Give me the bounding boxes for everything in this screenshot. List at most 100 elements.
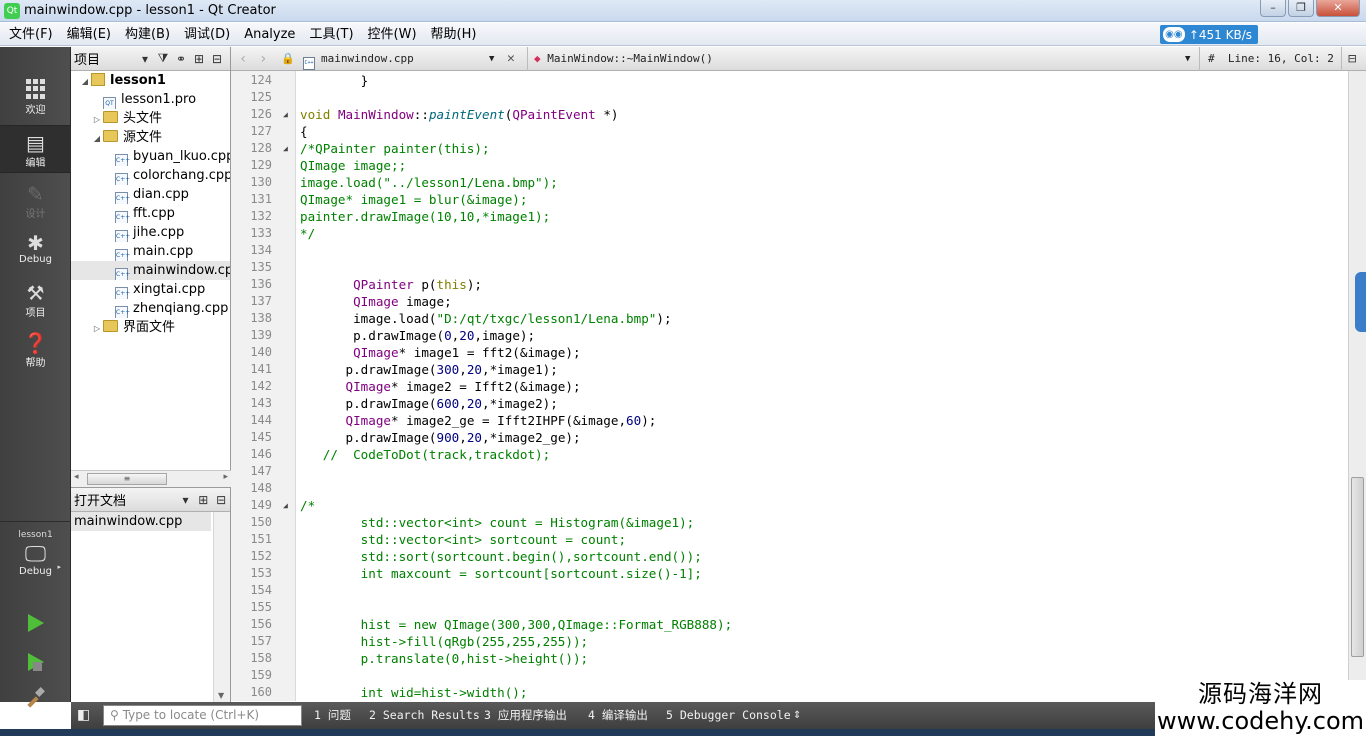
run-icon[interactable] [24, 612, 46, 634]
menu-file[interactable]: 文件(F) [2, 23, 60, 46]
code-editor[interactable]: } void MainWindow::paintEvent(QPaintEvent… [296, 71, 1348, 701]
tree-item[interactable]: C++ main.cpp [71, 242, 230, 261]
code-token: QImage [345, 413, 392, 428]
code-token: ,*image2_ge); [482, 430, 581, 445]
kit-selector[interactable]: lesson1 🖵 Debug ▸ [0, 529, 71, 577]
build-hammer-icon[interactable] [24, 687, 46, 709]
close-panel-icon[interactable]: ⊟ [208, 52, 226, 66]
pane-search-results[interactable]: 2 Search Results [369, 702, 480, 729]
hscroll-thumb[interactable]: ≡ [87, 473, 167, 485]
split-editor-icon[interactable]: ⊟ [1341, 47, 1356, 71]
side-float-widget[interactable] [1355, 272, 1366, 332]
pane-application-output[interactable]: 3 应用程序输出 [484, 702, 567, 729]
symbol-dropdown-arrow-icon[interactable]: ▼ [1185, 47, 1190, 71]
open-document-item[interactable]: mainwindow.cpp [71, 512, 211, 531]
close-file-icon[interactable]: ✕ [507, 47, 515, 71]
line-number: 133 [250, 226, 272, 240]
split-icon[interactable]: ⊞ [190, 52, 208, 66]
cpp-file-icon: C++ [115, 154, 130, 166]
network-speed-badge[interactable]: ◉◉ ↑451 KB/s [1159, 25, 1258, 44]
menu-debug[interactable]: 调试(D) [177, 23, 237, 46]
cpp-file-icon: C++ [115, 306, 130, 318]
close-button[interactable]: ✕ [1316, 0, 1360, 17]
link-icon[interactable]: ⚭ [172, 52, 190, 66]
cpp-file-icon: C++ [115, 173, 130, 185]
tree-item[interactable]: C++ jihe.cpp [71, 223, 230, 242]
menu-tools[interactable]: 工具(T) [302, 23, 360, 46]
expanded-arrow-icon[interactable]: ◢ [91, 129, 103, 147]
mode-design[interactable]: ✎ 设计 [0, 183, 71, 220]
scroll-right-icon[interactable]: ▸ [223, 472, 228, 482]
editor-scroll-thumb[interactable] [1351, 477, 1364, 657]
dropdown-arrow-icon[interactable]: ▾ [136, 52, 154, 66]
close-panel-icon[interactable]: ⊟ [212, 493, 230, 507]
mode-divider [0, 521, 71, 522]
debug-run-icon[interactable] [24, 651, 46, 673]
fold-marker-icon[interactable]: ◢ [283, 497, 288, 514]
tree-item[interactable]: ◢ lesson1 [71, 71, 230, 90]
mode-design-label: 设计 [25, 209, 46, 220]
menu-help[interactable]: 帮助(H) [424, 23, 484, 46]
collapsed-arrow-icon[interactable]: ▷ [91, 110, 103, 128]
mode-help[interactable]: ❓ 帮助 [0, 332, 71, 369]
menu-build[interactable]: 构建(B) [118, 23, 177, 46]
more-panes-arrow-icon[interactable]: ⇕ [793, 702, 801, 729]
symbol-select[interactable]: ◆ MainWindow::~MainWindow() [527, 47, 713, 71]
menu-analyze[interactable]: Analyze [237, 23, 302, 46]
tree-item[interactable]: QT lesson1.pro [71, 90, 230, 109]
tree-item-label: dian.cpp [133, 187, 189, 202]
editor-vscrollbar[interactable] [1348, 71, 1366, 701]
pane-debugger-console[interactable]: 5 Debugger Console [666, 702, 791, 729]
collapsed-arrow-icon[interactable]: ▷ [91, 319, 103, 337]
tree-item[interactable]: C++ colorchang.cpp [71, 166, 230, 185]
back-arrow-icon[interactable]: ‹ [239, 47, 247, 71]
tree-item[interactable]: C++ byuan_lkuo.cpp [71, 147, 230, 166]
mode-welcome[interactable]: 欢迎 [0, 79, 71, 116]
file-select[interactable]: C++ mainwindow.cpp [303, 47, 414, 71]
open-documents-vscrollbar[interactable]: ▼ [213, 512, 230, 702]
tree-item[interactable]: C++mainwindow.cpp [71, 261, 230, 280]
pane-issues[interactable]: 1 问题 [314, 702, 351, 729]
mode-edit[interactable]: ▤ 编辑 [0, 125, 71, 173]
minimize-button[interactable]: – [1260, 0, 1286, 17]
tree-item[interactable]: C++ zhenqiang.cpp [71, 299, 230, 318]
locator-input[interactable]: ⚲ Type to locate (Ctrl+K) [103, 705, 302, 726]
split-icon[interactable]: ⊞ [194, 493, 212, 507]
scroll-left-icon[interactable]: ◂ [74, 472, 79, 482]
toggle-sidebar-icon[interactable]: ◧ [77, 702, 90, 729]
mode-debug[interactable]: ✱ Debug [0, 232, 71, 265]
cursor-position[interactable]: # Line: 16, Col: 2 [1199, 47, 1334, 71]
code-token: , [459, 362, 467, 377]
code-token: ,image); [474, 328, 536, 343]
dropdown-arrow-icon[interactable]: ▾ [177, 493, 195, 507]
code-line: void MainWindow::paintEvent(QPaintEvent … [300, 106, 619, 123]
fold-marker-icon[interactable]: ◢ [283, 106, 288, 123]
tree-item[interactable]: ▷ 头文件 [71, 109, 230, 128]
menu-edit[interactable]: 编辑(E) [60, 23, 118, 46]
tree-item[interactable]: C++ xingtai.cpp [71, 280, 230, 299]
cpp-file-icon: C++ [115, 230, 130, 242]
menu-widgets[interactable]: 控件(W) [361, 23, 424, 46]
expanded-arrow-icon[interactable]: ◢ [79, 72, 91, 90]
scroll-down-icon[interactable]: ▼ [218, 691, 224, 700]
line-number: 125 [250, 90, 272, 104]
mode-debug-label: Debug [19, 254, 52, 265]
code-token: painter.drawImage(10,10,*image1); [300, 209, 551, 224]
project-view-select[interactable]: 项目 [74, 49, 136, 68]
maximize-button[interactable]: ❐ [1288, 0, 1314, 17]
tree-item[interactable]: ▷ 界面文件 [71, 318, 230, 337]
pane-compile-output[interactable]: 4 编译输出 [588, 702, 648, 729]
tree-item[interactable]: C++ dian.cpp [71, 185, 230, 204]
tree-item[interactable]: ◢ 源文件 [71, 128, 230, 147]
cpp-file-icon: C++ [115, 249, 130, 261]
tree-item[interactable]: C++ fft.cpp [71, 204, 230, 223]
filter-icon[interactable]: ⧩ [154, 51, 172, 66]
fold-marker-icon[interactable]: ◢ [283, 140, 288, 157]
forward-arrow-icon[interactable]: › [259, 47, 267, 71]
code-token: 20 [466, 396, 482, 411]
project-tree-hscrollbar[interactable]: ◂ ≡ ▸ [71, 470, 231, 487]
open-documents-select[interactable]: 打开文档 [74, 490, 177, 509]
mode-projects[interactable]: ⚒ 项目 [0, 282, 71, 319]
file-dropdown-arrow-icon[interactable]: ▼ [489, 47, 494, 71]
